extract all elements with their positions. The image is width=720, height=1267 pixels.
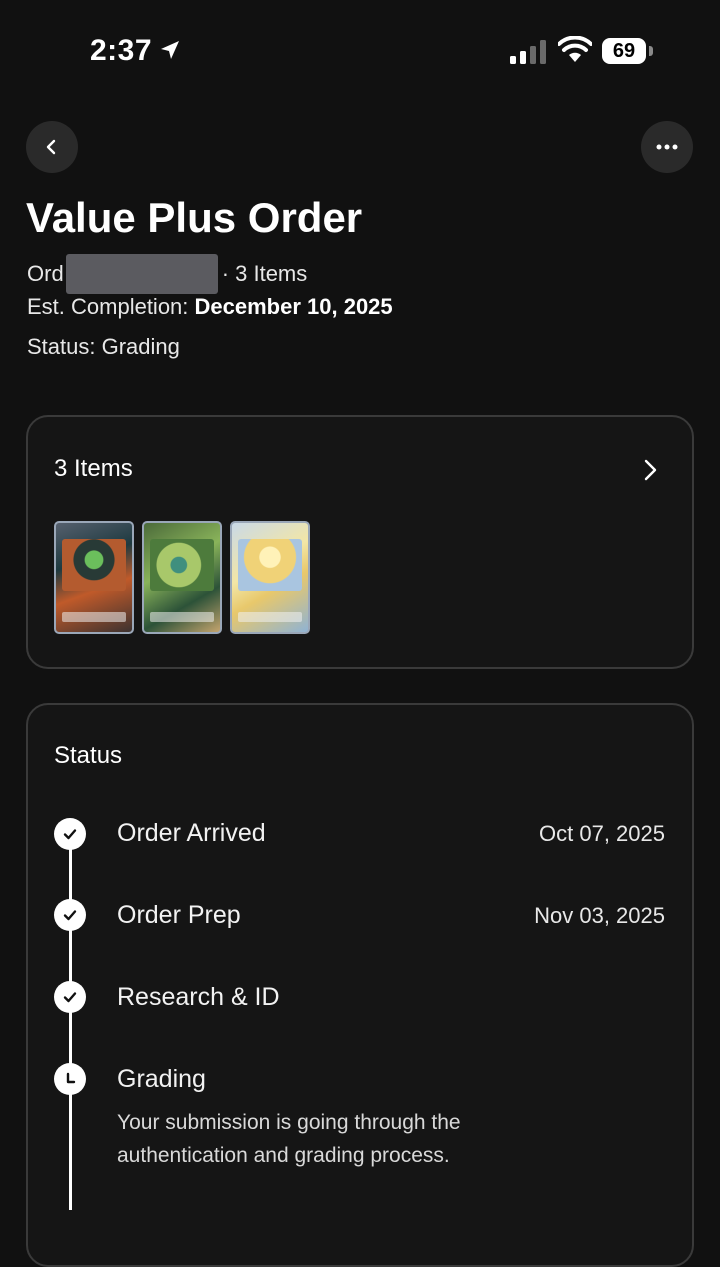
clock-icon [66,1072,76,1084]
status-card-title: Status [54,742,123,769]
step-label: Order Prep [117,901,241,929]
step-label: Order Arrived [117,819,266,847]
more-options-button[interactable] [641,121,693,173]
timeline-line [69,830,72,1210]
step-label: Research & ID [117,983,280,1011]
step-done-dot [54,981,86,1013]
page-title: Value Plus Order [26,194,363,241]
order-item-count: · 3 Items [221,261,308,286]
step-description: Your submission is going through the aut… [117,1111,461,1167]
chevron-left-icon [46,139,56,155]
card-art [238,539,302,591]
est-label: Est. Completion: [27,294,195,319]
step-date: Oct 07, 2025 [539,821,665,846]
step-date: Nov 03, 2025 [534,903,665,928]
chevron-right-icon[interactable] [640,458,660,482]
check-icon [63,992,77,1003]
step-done-dot [54,899,86,931]
back-button[interactable] [26,121,78,173]
more-horizontal-icon [656,144,678,150]
estimated-completion: Est. Completion: December 10, 2025 [27,294,393,320]
step-done-dot [54,818,86,850]
card-text-box [62,612,126,622]
card-text-box [238,612,302,622]
card-thumbnail[interactable] [230,521,310,634]
items-card-title: 3 Items [54,455,133,482]
order-prefix: Ord [27,261,64,286]
battery-cap [649,46,653,56]
redacted-order-number [65,254,218,294]
card-art [150,539,214,591]
check-icon [63,910,77,921]
cellular-signal-icon [510,40,546,64]
card-text-box [150,612,214,622]
status-bar: 2:37 69 [0,0,720,100]
step-current-dot [54,1063,86,1095]
status-time: 2:37 [90,34,153,67]
step-label: Grading [117,1065,206,1093]
order-info: Ord · 3 Items [27,254,307,294]
check-icon [63,829,77,840]
card-thumbnail[interactable] [142,521,222,634]
battery-indicator: 69 [602,38,646,64]
order-status: Status: Grading [27,334,180,359]
card-thumbnail[interactable] [54,521,134,634]
location-arrow-icon [161,41,179,59]
wifi-icon [558,36,592,62]
card-art [62,539,126,591]
est-value: December 10, 2025 [194,294,393,319]
